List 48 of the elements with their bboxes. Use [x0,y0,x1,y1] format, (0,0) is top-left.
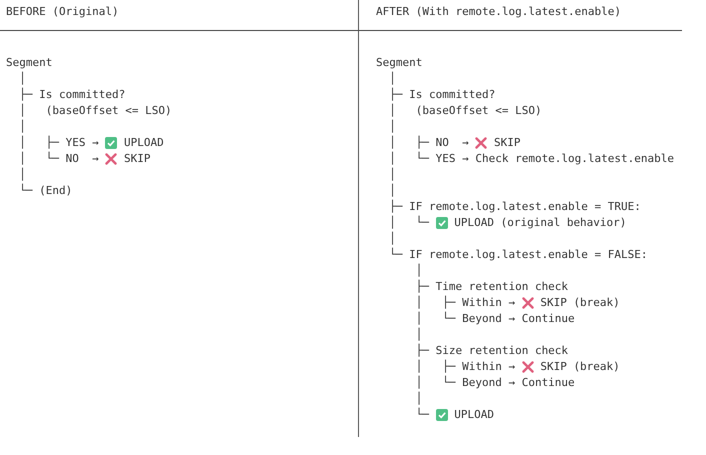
tree-line-text: └─ [414,407,430,423]
cross-icon [522,297,534,309]
cross-icon [105,153,118,165]
tree-line-text: │ [18,71,26,87]
tree-line-text: UPLOAD [122,135,164,151]
tree-line-text: │ └─ Beyond → Continue [414,311,575,327]
tree-line-text: │ [414,327,422,343]
panel-title: AFTER (With remote.log.latest.enable) [376,5,622,18]
tree-line-text: │ [388,183,396,199]
tree-line-text: ├─ Is committed? [18,87,126,103]
panel-title: BEFORE (Original) [6,5,119,18]
tree-line-text: │ └─ [388,215,430,231]
tree-line-text: SKIP [492,135,520,151]
tree-line-text: │ (baseOffset <= LSO) [388,103,542,119]
tree-line-text: │ [388,167,396,183]
tree-line-text: └─ (End) [18,183,72,199]
tree-line-text: │ [414,391,422,407]
tree-line-text: ├─ Time retention check [414,279,568,295]
tree-line-text: ├─ Size retention check [414,343,568,359]
tree-line-text: │ ├─ Within → [414,359,516,375]
tree-line-text: │ (baseOffset <= LSO) [18,103,172,119]
tree-line-text: │ [414,263,422,279]
cross-icon [475,137,488,149]
tree-line-text: │ ├─ NO → [388,135,470,151]
tree-line-text: SKIP (break) [539,295,620,311]
tree-line-text: └─ IF remote.log.latest.enable = FALSE: [388,247,648,263]
check-icon [436,217,448,229]
tree-line-text: │ └─ Beyond → Continue [414,375,575,391]
tree-line-text: │ └─ NO → [18,151,100,167]
tree-line-text: │ [388,119,396,135]
tree-line-text: UPLOAD [453,407,494,423]
tree-line-text: SKIP (break) [539,359,620,375]
tree-line-text: ├─ IF remote.log.latest.enable = TRUE: [388,199,641,215]
tree-line-text: ├─ Is committed? [388,87,496,103]
tree-line-text: SKIP [122,151,150,167]
check-icon [436,409,448,421]
tree-line-text: │ └─ YES → Check remote.log.latest.enable [388,151,674,167]
tree-line-text: │ ├─ YES → [18,135,100,151]
tree-line-text: │ [18,119,26,135]
tree-line-text: UPLOAD (original behavior) [453,215,626,231]
tree-line-text: │ [388,71,396,87]
check-icon [105,137,118,149]
tree-line-text: │ [388,231,396,247]
cross-icon [522,361,534,373]
tree-line-text: Segment [6,55,52,71]
tree-line-text: │ ├─ Within → [414,295,516,311]
tree-line-text: │ [18,167,26,183]
tree-line-text: Segment [376,55,422,71]
